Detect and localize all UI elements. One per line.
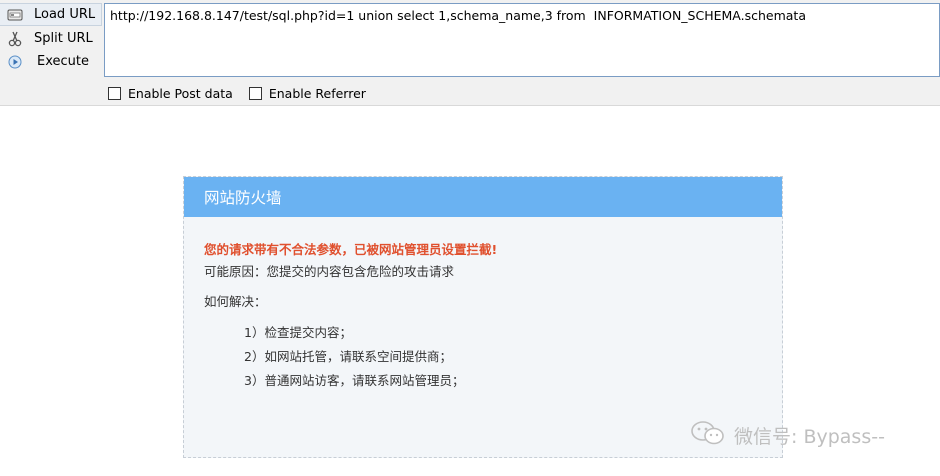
execute-label: Execute [37, 54, 89, 69]
split-url-button[interactable]: Split URL [0, 27, 102, 50]
firewall-steps: 1）检查提交内容； 2）如网站托管，请联系空间提供商； 3）普通网站访客，请联系… [244, 325, 464, 397]
watermark: 微信号: Bypass-- [690, 420, 885, 451]
enable-referrer-label: Enable Referrer [268, 85, 366, 101]
firewall-step: 1）检查提交内容； [244, 325, 352, 340]
split-url-icon [0, 31, 30, 47]
firewall-reason: 可能原因：您提交的内容包含危险的攻击请求 [204, 264, 455, 279]
execute-button[interactable]: Execute [0, 50, 102, 73]
url-textarea[interactable]: http://192.168.8.147/test/sql.php?id=1 u… [104, 3, 940, 77]
firewall-step: 3）普通网站访客，请联系网站管理员； [244, 373, 465, 388]
firewall-howto: 如何解决： [204, 294, 267, 309]
enable-referrer-checkbox[interactable] [248, 86, 262, 100]
wechat-icon [690, 420, 726, 451]
enable-post-option[interactable]: Enable Post data [108, 86, 233, 101]
split-url-label: Split URL [34, 31, 93, 46]
hackbar-toolbar: Load URL Split URL Execute http://192.16… [0, 0, 940, 106]
execute-icon [0, 55, 30, 69]
watermark-text: 微信号: Bypass-- [734, 426, 885, 448]
hackbar-actions: Load URL Split URL Execute [0, 0, 102, 78]
firewall-card: 网站防火墙 您的请求带有不合法参数，已被网站管理员设置拦截! 可能原因：您提交的… [183, 176, 783, 458]
load-url-icon [0, 8, 30, 22]
firewall-step: 2）如网站托管，请联系空间提供商； [244, 349, 452, 364]
enable-post-checkbox[interactable] [108, 86, 121, 100]
enable-post-label: Enable Post data [128, 85, 233, 101]
hackbar-options: Enable Post data Enable Referrer [108, 84, 382, 102]
enable-referrer-option[interactable]: Enable Referrer [248, 85, 366, 101]
load-url-label: Load URL [34, 7, 96, 22]
firewall-title: 网站防火墙 [184, 177, 782, 217]
load-url-button[interactable]: Load URL [0, 3, 102, 26]
firewall-warning: 您的请求带有不合法参数，已被网站管理员设置拦截! [204, 242, 498, 257]
